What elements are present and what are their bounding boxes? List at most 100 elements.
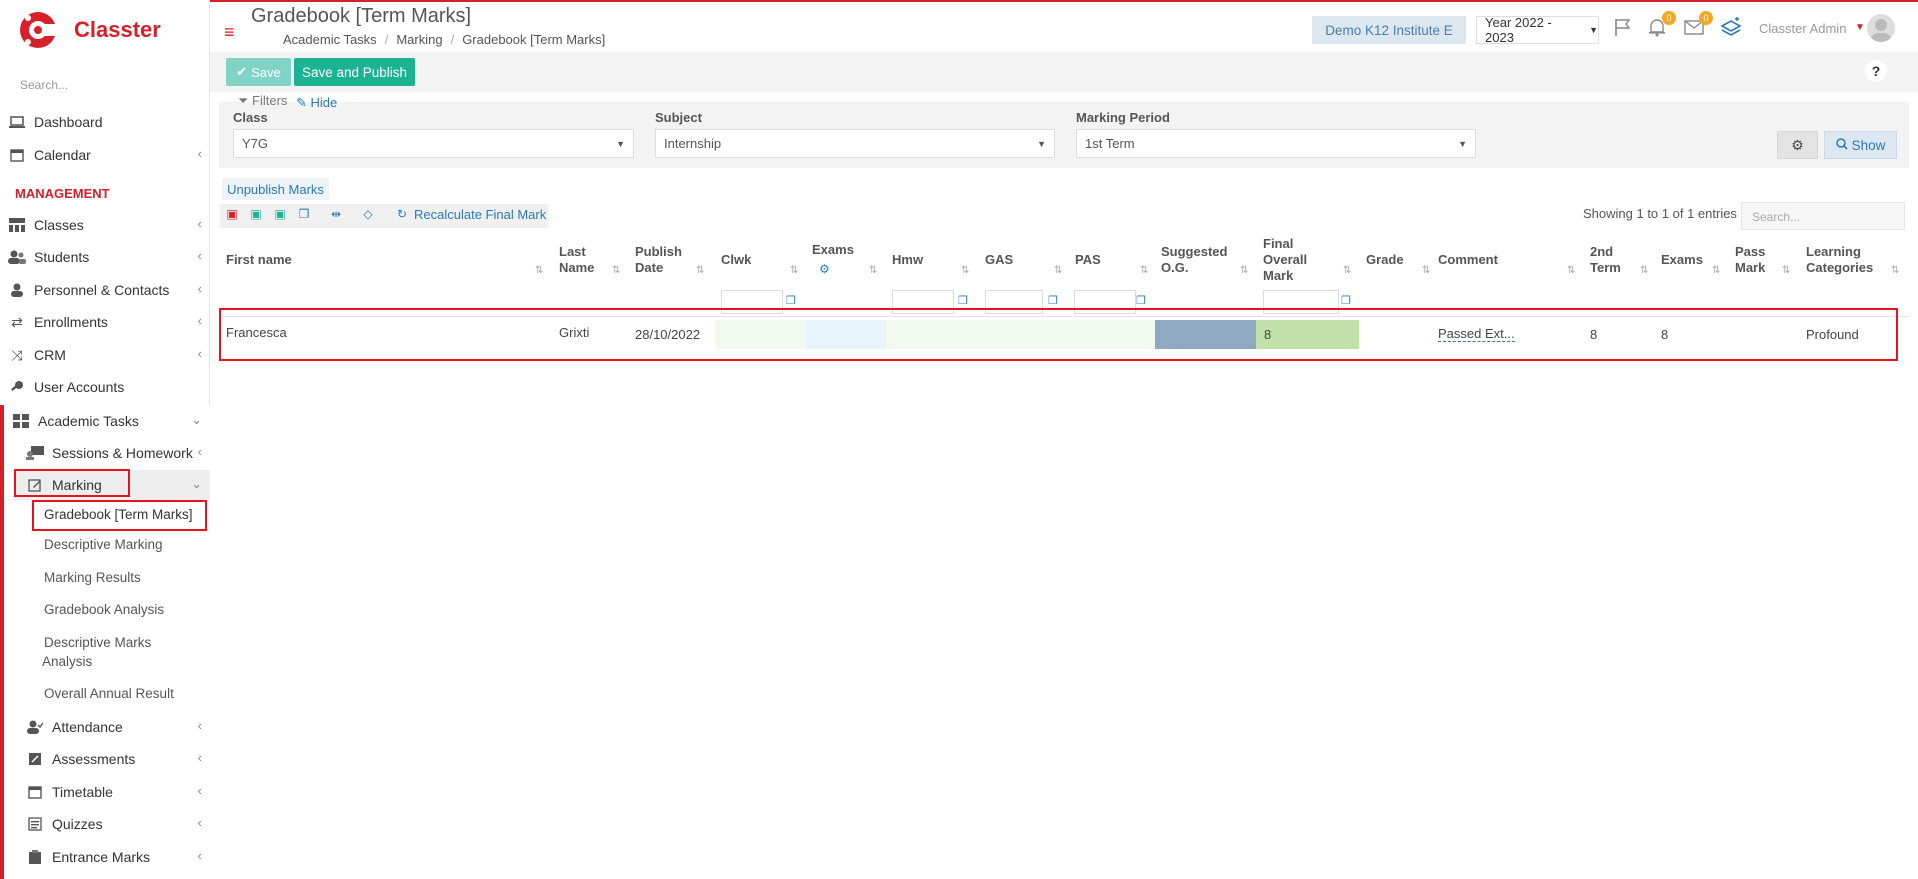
sort-icon[interactable]: ⇅ [1140,265,1148,276]
th-exams-2[interactable]: Exams [1661,252,1703,268]
th-grade[interactable]: Grade [1366,252,1404,268]
caret-down-icon[interactable]: ▼ [1855,22,1865,33]
copy-icon[interactable]: ❐ [786,294,796,307]
sidebar-item-sessions-homework[interactable]: Sessions & Homework ‹ [22,438,210,468]
subject-select[interactable]: Internship ▼ [655,129,1055,158]
gear-icon[interactable]: ⚙ [819,262,830,276]
th-hmw[interactable]: Hmw [892,252,923,268]
hide-filters-link[interactable]: ✎ Hide [296,95,337,111]
copy-icon[interactable]: ❐ [1341,294,1351,307]
sidebar-item-assessments[interactable]: Assessments ‹ [22,744,210,774]
csv-icon[interactable]: ▣ [272,207,288,223]
sort-icon[interactable]: ⇅ [1782,265,1790,276]
sidebar-item-descriptive-marks[interactable]: Descriptive Marks [44,635,151,650]
th-pass-mark[interactable]: Pass Mark [1735,244,1765,276]
sidebar-item-quizzes[interactable]: Quizzes ‹ [22,809,210,839]
th-publish-date[interactable]: Publish Date [635,244,682,276]
sidebar-item-crm[interactable]: ⤨ CRM ‹ [0,340,210,370]
sidebar-item-enrollments[interactable]: ⇄ Enrollments ‹ [0,307,210,337]
unpublish-marks-button[interactable]: Unpublish Marks [222,178,329,200]
user-name[interactable]: Classter Admin [1759,21,1846,36]
save-and-publish-button[interactable]: Save and Publish [294,58,415,86]
layers-icon[interactable] [1720,17,1742,39]
class-select[interactable]: Y7G ▼ [233,129,634,158]
sidebar-item-academic-tasks[interactable]: Academic Tasks ⌄ [4,406,210,436]
sort-icon[interactable]: ⇅ [535,265,543,276]
sort-icon[interactable]: ⇅ [869,265,877,276]
th-2nd-term[interactable]: 2nd Term [1590,244,1621,276]
sort-icon[interactable]: ⇅ [696,265,704,276]
refresh-icon[interactable]: ↻ [394,207,410,223]
sort-icon[interactable]: ⇅ [612,265,620,276]
sidebar-item-personnel[interactable]: Personnel & Contacts ‹ [0,275,210,305]
th-exams[interactable]: Exams [812,242,854,258]
copy-icon[interactable]: ❐ [1048,294,1058,307]
th-final-overall-mark[interactable]: Final Overall Mark [1263,236,1307,284]
sidebar-item-attendance[interactable]: Attendance ‹ [22,712,210,742]
sort-icon[interactable]: ⇅ [961,265,969,276]
sidebar-item-descriptive-marking[interactable]: Descriptive Marking [44,537,163,552]
th-comment[interactable]: Comment [1438,252,1498,268]
year-selector[interactable]: Year 2022 - 2023 ▼ [1476,15,1599,45]
settings-button[interactable]: ⚙ [1777,131,1818,159]
sidebar-item-marking-results[interactable]: Marking Results [44,570,141,585]
chevron-left-icon: ‹ [197,718,202,733]
institute-selector[interactable]: Demo K12 Institute E [1312,16,1466,44]
sidebar-item-entrance-marks[interactable]: Entrance Marks ‹ [22,842,210,872]
sidebar-item-label: Personnel & Contacts [34,282,170,298]
sort-icon[interactable]: ⇅ [1712,265,1720,276]
sidebar-item-user-accounts[interactable]: User Accounts [0,372,210,402]
sidebar-item-gradebook-analysis[interactable]: Gradebook Analysis [44,602,164,617]
sidebar-item-timetable[interactable]: Timetable ‹ [22,777,210,807]
chevron-left-icon: ‹ [197,848,202,863]
sort-icon[interactable]: ⇅ [1640,265,1648,276]
sort-icon[interactable]: ⇅ [1240,265,1248,276]
th-pas[interactable]: PAS [1075,252,1101,268]
copy-icon[interactable]: ❐ [958,294,968,307]
calendar-icon [8,147,26,163]
avatar[interactable] [1867,14,1895,42]
show-button[interactable]: Show [1824,131,1897,159]
breadcrumb-item[interactable]: Marking [396,32,442,47]
sort-icon[interactable]: ⇅ [790,265,798,276]
sort-icon[interactable]: ⇅ [1567,265,1575,276]
sidebar-item-dashboard[interactable]: Dashboard [0,107,210,137]
sort-icon[interactable]: ⇅ [1422,265,1430,276]
help-button[interactable]: ? [1865,60,1887,82]
sidebar-item-calendar[interactable]: Calendar ‹ [0,140,210,170]
sidebar-item-students[interactable]: Students ‹ [0,242,210,272]
menu-toggle-icon[interactable]: ≡ [224,22,235,43]
breadcrumb-item[interactable]: Academic Tasks [283,32,377,47]
table-search-input[interactable]: Search... [1741,202,1905,230]
subject-label: Subject [655,110,702,125]
recalculate-final-mark-button[interactable]: Recalculate Final Mark [414,207,546,222]
excel-icon[interactable]: ▣ [248,207,264,223]
sidebar-item-overall-annual-result[interactable]: Overall Annual Result [44,686,174,701]
sidebar-item-descriptive-marks-analysis[interactable]: Analysis [42,654,92,669]
th-clwk[interactable]: Clwk [721,252,751,268]
logo[interactable]: Classter [18,10,161,50]
th-first-name[interactable]: First name [226,252,292,268]
copy-icon[interactable]: ❐ [1136,294,1146,307]
sidebar-item-label: Sessions & Homework [52,445,193,461]
flag-icon[interactable] [1612,17,1634,39]
eraser-icon[interactable]: ◇ [360,207,376,223]
marking-period-select[interactable]: 1st Term ▼ [1076,129,1476,158]
th-last-name[interactable]: Last Name [559,244,594,276]
columns-icon[interactable]: ⇹ [328,207,344,223]
sidebar-search-input[interactable]: Search... [20,78,190,92]
th-gas[interactable]: GAS [985,252,1013,268]
sort-icon[interactable]: ⇅ [1054,265,1062,276]
th-learning-categories[interactable]: Learning Categories [1806,244,1873,276]
filters-label: ⏷ Filters [238,93,288,108]
bell-icon[interactable]: 0 [1646,11,1676,39]
save-button[interactable]: ✔ Save [226,58,291,86]
sort-icon[interactable]: ⇅ [1891,265,1899,276]
th-suggested-og[interactable]: Suggested O.G. [1161,244,1227,276]
sidebar-item-classes[interactable]: Classes ‹ [0,210,210,240]
sort-icon[interactable]: ⇅ [1343,265,1351,276]
pdf-icon[interactable]: ▣ [224,207,240,223]
clipboard-icon [26,849,44,865]
copy-icon[interactable]: ❐ [296,207,312,223]
envelope-icon[interactable]: 0 [1683,11,1713,39]
